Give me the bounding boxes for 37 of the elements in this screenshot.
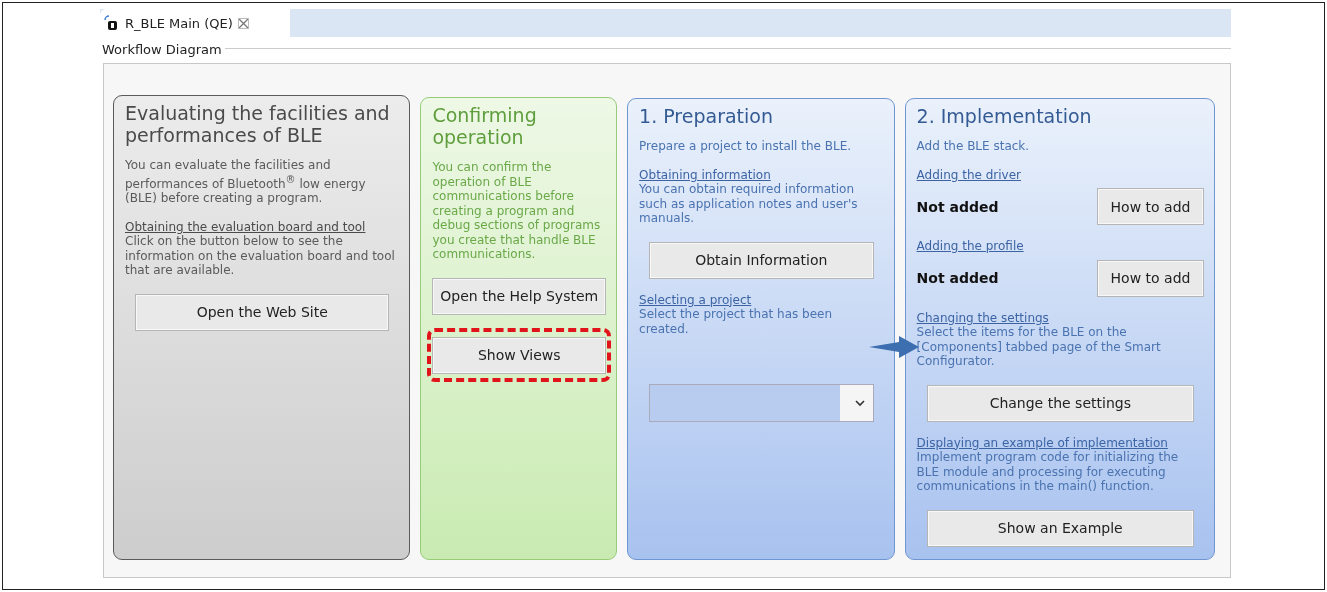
action-button[interactable]: Show Views <box>432 336 607 374</box>
section-link[interactable]: Changing the settings <box>916 310 1049 325</box>
description-text: You can confirm the operation of BLE communications before creating a program and debug sections of programs you create that handle BLE communications. <box>432 160 602 262</box>
section-link[interactable]: Displaying an example of implementation <box>916 435 1168 450</box>
chip-icon <box>104 15 120 31</box>
arrow <box>869 336 919 358</box>
section-link[interactable]: Obtaining information <box>639 167 771 182</box>
how-to-add-button[interactable]: How to add <box>1097 259 1204 297</box>
description-text: Click on the button below to see the information on the evaluation board and tool that are available. <box>125 234 396 278</box>
description-text: Select the project that has been created. <box>639 307 834 336</box>
action-button[interactable]: Open the Help System <box>432 277 607 315</box>
action-button[interactable]: Open the Web Site <box>135 293 390 331</box>
description-text: Select the items for the BLE on the [Components] tabbed page of the Smart Configurator. <box>916 325 1162 369</box>
section-link[interactable]: Adding the driver <box>916 167 1021 182</box>
editor-tab[interactable]: R_BLE Main (QE) <box>100 9 290 37</box>
description-text: You can evaluate the facilities and performances of Bluetooth$^{®}$ low energy (BLE) before creating a program. <box>125 158 367 206</box>
description-text: Prepare a project to install the BLE. <box>639 139 853 154</box>
action-button[interactable]: Obtain Information <box>649 241 874 279</box>
section-link[interactable]: Obtaining the evaluation board and tool <box>125 219 366 234</box>
section-link[interactable]: Selecting a project <box>639 292 752 307</box>
description-text: Implement program code for initializing the BLE module and processing for executing communications in the main() function. <box>916 450 1180 494</box>
panel-title: 1. Preparation <box>639 105 774 127</box>
panel-title: Confirming operation <box>432 104 538 148</box>
description-text: You can obtain required information such as application notes and user's manuals. <box>639 182 859 226</box>
action-button[interactable]: Change the settings <box>926 384 1194 422</box>
how-to-add-button[interactable]: How to add <box>1097 188 1204 225</box>
section-link[interactable]: Adding the profile <box>916 239 1024 254</box>
panel-title: Evaluating the facilities and performances of BLE <box>125 102 391 146</box>
tab-title: R_BLE Main (QE) <box>125 15 233 31</box>
status-text: Not added <box>916 198 999 215</box>
status-text: Not added <box>916 270 999 286</box>
description-text: Add the BLE stack. <box>916 139 1031 154</box>
panel-title: 2. Implementation <box>916 105 1093 127</box>
action-button[interactable]: Show an Example <box>926 509 1194 547</box>
group-title: Workflow Diagram <box>100 42 225 57</box>
chevron-down-icon <box>854 399 865 407</box>
close-icon[interactable] <box>237 17 249 29</box>
